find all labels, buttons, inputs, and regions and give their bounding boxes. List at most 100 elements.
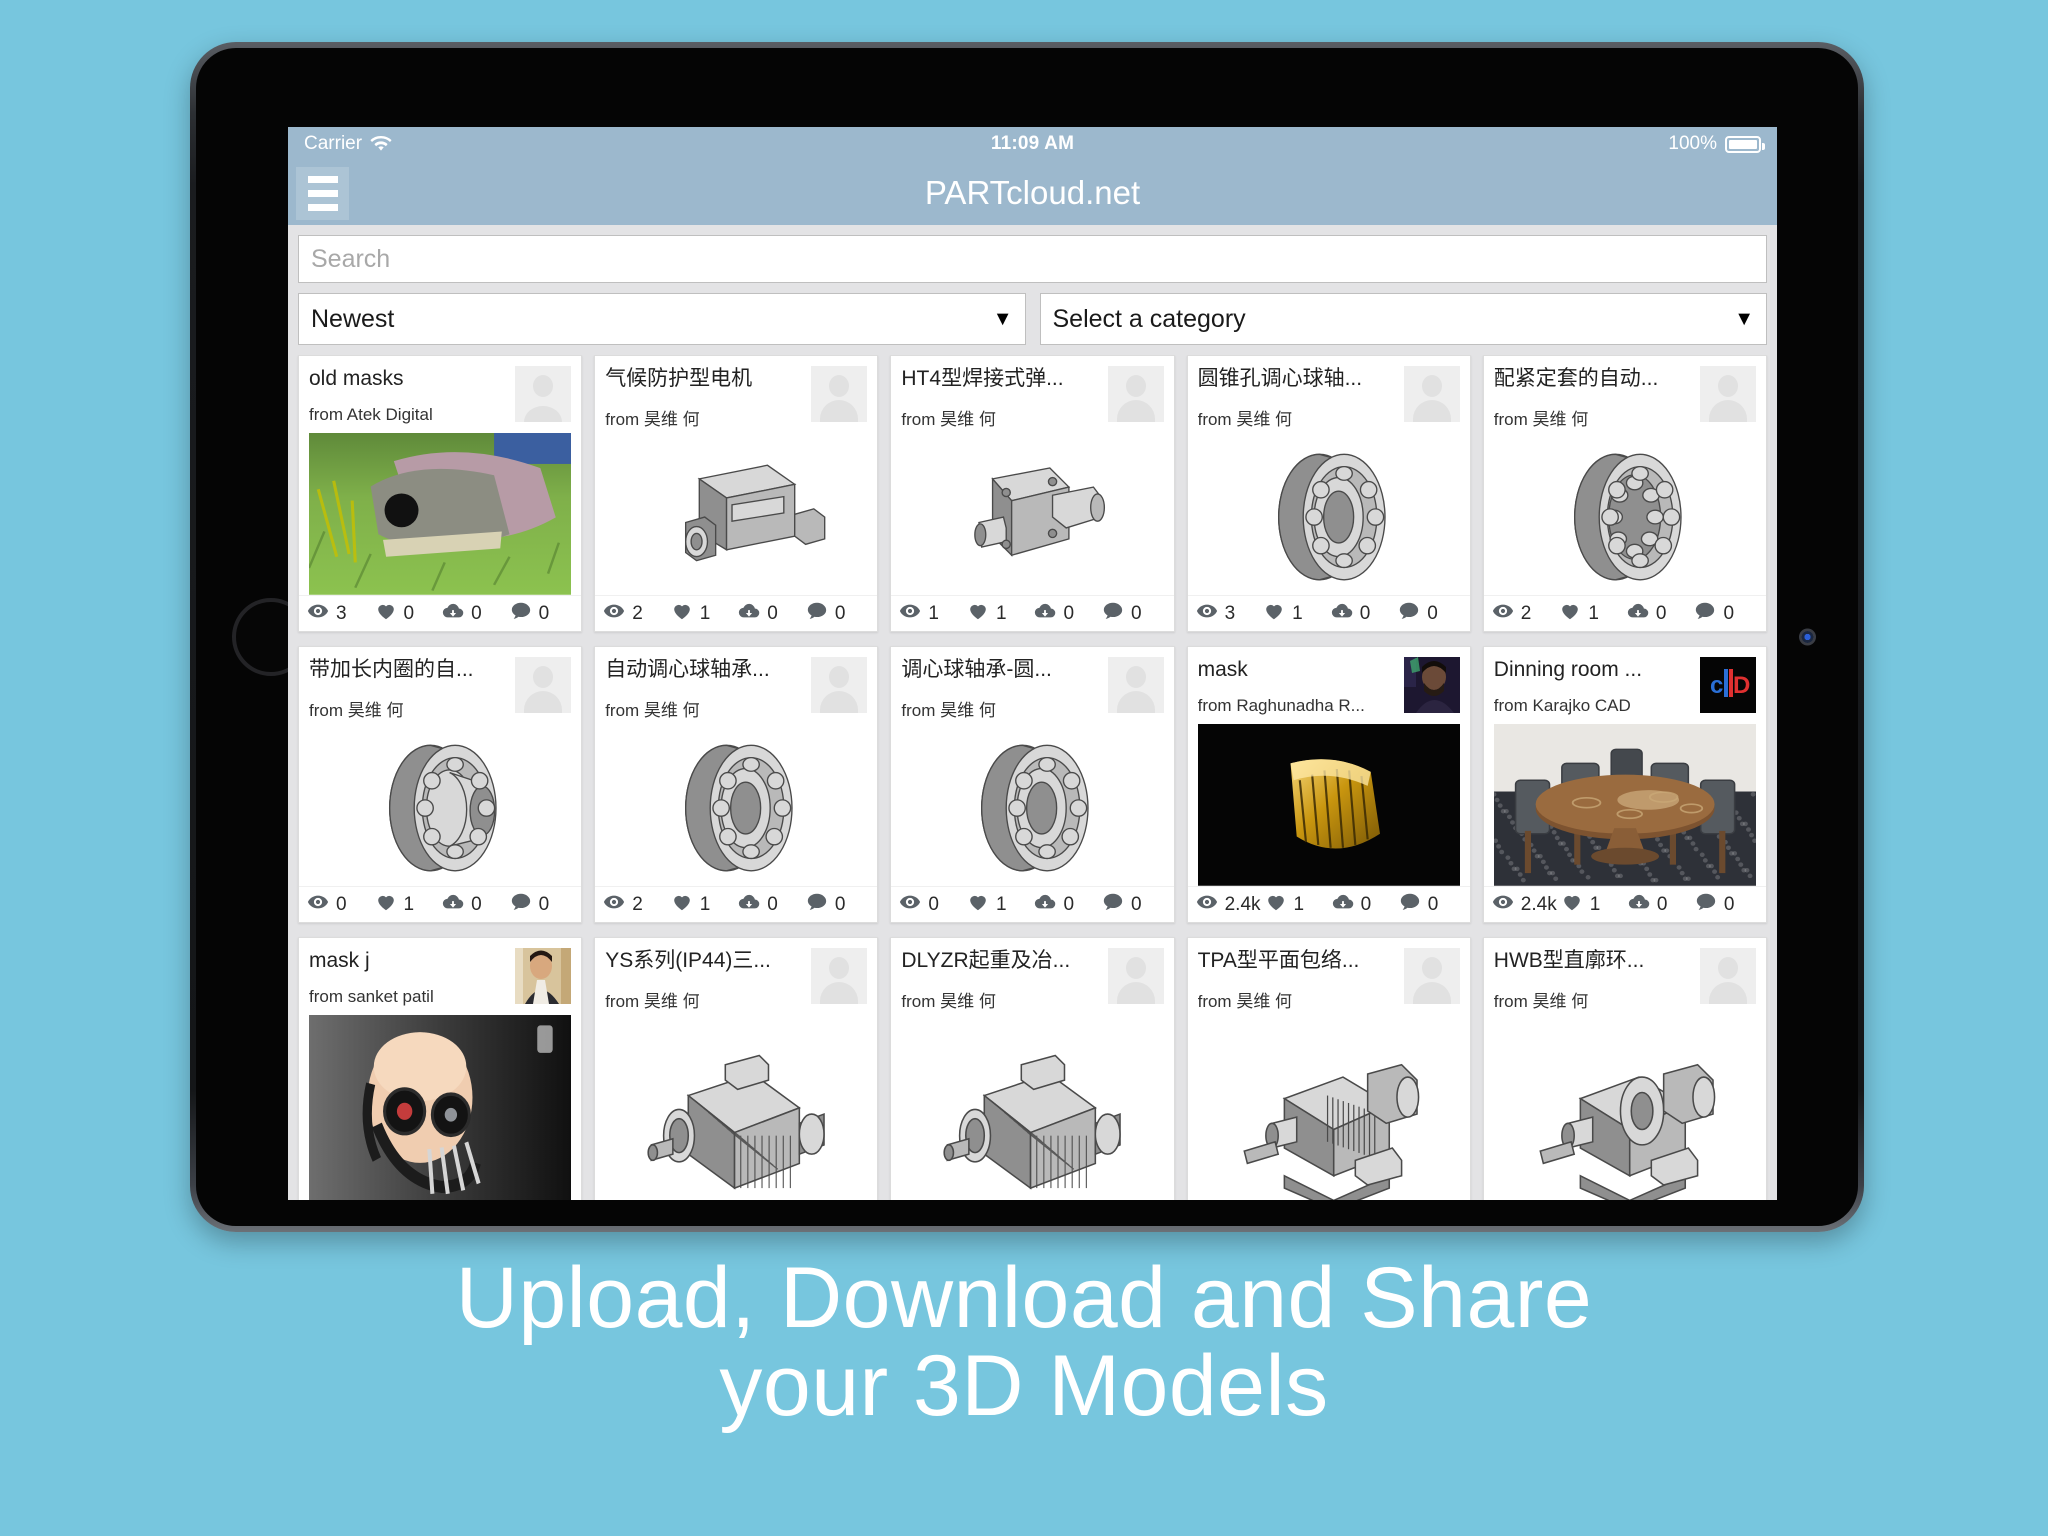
stat-comments[interactable]: 0 bbox=[806, 600, 870, 627]
stat-comments[interactable]: 0 bbox=[1398, 600, 1462, 627]
cloud-download-icon[interactable] bbox=[442, 600, 464, 627]
cloud-download-icon[interactable] bbox=[1628, 891, 1650, 918]
avatar[interactable] bbox=[1700, 366, 1756, 422]
cloud-download-icon[interactable] bbox=[442, 891, 464, 918]
stat-likes[interactable]: 1 bbox=[1265, 891, 1328, 918]
model-card[interactable]: 气候防护型电机 from 昊维 何 2 1 0 0 bbox=[594, 355, 879, 632]
comment-bubble-icon[interactable] bbox=[806, 600, 828, 627]
stat-downloads[interactable]: 0 bbox=[1034, 891, 1098, 918]
comment-bubble-icon[interactable] bbox=[510, 600, 532, 627]
avatar[interactable] bbox=[1107, 366, 1164, 422]
cloud-download-icon[interactable] bbox=[1627, 600, 1649, 627]
cloud-download-icon[interactable] bbox=[738, 600, 760, 627]
model-card[interactable]: HWB型直廓环... from 昊维 何 bbox=[1482, 937, 1767, 1200]
stat-likes[interactable]: 0 bbox=[375, 600, 439, 627]
stat-comments[interactable]: 0 bbox=[510, 600, 574, 627]
avatar[interactable] bbox=[1107, 657, 1164, 713]
model-card[interactable]: 调心球轴承-圆... from 昊维 何 0 1 0 0 bbox=[890, 646, 1175, 923]
model-thumbnail[interactable] bbox=[605, 438, 867, 595]
model-card[interactable]: Dinning room ... from Karajko CAD c D 2.… bbox=[1482, 646, 1767, 923]
stat-comments[interactable]: 0 bbox=[510, 891, 574, 918]
model-thumbnail[interactable] bbox=[605, 729, 867, 886]
stat-downloads[interactable]: 0 bbox=[1034, 600, 1098, 627]
heart-icon[interactable] bbox=[375, 891, 397, 918]
heart-icon[interactable] bbox=[375, 600, 397, 627]
stat-likes[interactable]: 1 bbox=[967, 891, 1031, 918]
stat-likes[interactable]: 1 bbox=[1263, 600, 1327, 627]
model-thumbnail[interactable] bbox=[1493, 724, 1756, 886]
avatar[interactable]: c D bbox=[1700, 657, 1756, 713]
comment-bubble-icon[interactable] bbox=[1102, 891, 1124, 918]
stat-downloads[interactable]: 0 bbox=[738, 600, 802, 627]
model-thumbnail[interactable] bbox=[901, 729, 1163, 886]
model-card[interactable]: TPA型平面包络... from 昊维 何 bbox=[1186, 937, 1471, 1200]
model-thumbnail[interactable] bbox=[1494, 1020, 1756, 1200]
model-thumbnail[interactable] bbox=[605, 1020, 867, 1200]
avatar[interactable] bbox=[811, 657, 868, 713]
stat-downloads[interactable]: 0 bbox=[442, 891, 506, 918]
heart-icon[interactable] bbox=[1263, 600, 1285, 627]
model-card[interactable]: 圆锥孔调心球轴... from 昊维 何 3 1 0 0 bbox=[1186, 355, 1471, 632]
stat-likes[interactable]: 1 bbox=[1559, 600, 1623, 627]
stat-likes[interactable]: 1 bbox=[671, 600, 735, 627]
cloud-download-icon[interactable] bbox=[1331, 600, 1353, 627]
cloud-download-icon[interactable] bbox=[1332, 891, 1354, 918]
stat-downloads[interactable]: 0 bbox=[1331, 600, 1395, 627]
comment-bubble-icon[interactable] bbox=[806, 891, 828, 918]
comment-bubble-icon[interactable] bbox=[1398, 600, 1420, 627]
heart-icon[interactable] bbox=[1561, 891, 1583, 918]
heart-icon[interactable] bbox=[967, 600, 989, 627]
heart-icon[interactable] bbox=[1559, 600, 1581, 627]
avatar[interactable] bbox=[1700, 948, 1756, 1004]
model-grid-scroll-area[interactable]: old masks from Atek Digital 3 0 0 0 气候防护… bbox=[288, 355, 1777, 1200]
model-card[interactable]: old masks from Atek Digital 3 0 0 0 bbox=[298, 355, 583, 632]
stat-comments[interactable]: 0 bbox=[806, 891, 870, 918]
comment-bubble-icon[interactable] bbox=[1694, 600, 1716, 627]
stat-likes[interactable]: 1 bbox=[967, 600, 1031, 627]
cloud-download-icon[interactable] bbox=[1034, 891, 1056, 918]
model-thumbnail[interactable] bbox=[309, 729, 571, 886]
heart-icon[interactable] bbox=[1265, 891, 1287, 918]
model-thumbnail[interactable] bbox=[309, 1015, 572, 1200]
avatar[interactable] bbox=[515, 657, 572, 713]
cloud-download-icon[interactable] bbox=[1034, 600, 1056, 627]
model-thumbnail[interactable] bbox=[901, 1020, 1163, 1200]
model-card[interactable]: mask j from sanket patil bbox=[298, 937, 583, 1200]
stat-downloads[interactable]: 0 bbox=[1332, 891, 1395, 918]
sort-select[interactable]: Newest ▼ bbox=[298, 293, 1026, 345]
model-thumbnail[interactable] bbox=[1198, 1020, 1460, 1200]
cloud-download-icon[interactable] bbox=[738, 891, 760, 918]
avatar[interactable] bbox=[1107, 948, 1164, 1004]
stat-likes[interactable]: 1 bbox=[1561, 891, 1624, 918]
avatar[interactable] bbox=[811, 948, 868, 1004]
comment-bubble-icon[interactable] bbox=[510, 891, 532, 918]
search-input[interactable] bbox=[298, 235, 1767, 283]
heart-icon[interactable] bbox=[671, 600, 693, 627]
stat-downloads[interactable]: 0 bbox=[1627, 600, 1691, 627]
stat-downloads[interactable]: 0 bbox=[442, 600, 506, 627]
model-thumbnail[interactable] bbox=[901, 438, 1163, 595]
stat-downloads[interactable]: 0 bbox=[738, 891, 802, 918]
model-card[interactable]: DLYZR起重及冶... from 昊维 何 bbox=[890, 937, 1175, 1200]
model-card[interactable]: HT4型焊接式弹... from 昊维 何 1 1 0 0 bbox=[890, 355, 1175, 632]
avatar[interactable] bbox=[1403, 657, 1460, 713]
avatar[interactable] bbox=[515, 366, 572, 422]
model-thumbnail[interactable] bbox=[1494, 438, 1756, 595]
heart-icon[interactable] bbox=[671, 891, 693, 918]
stat-likes[interactable]: 1 bbox=[375, 891, 439, 918]
stat-likes[interactable]: 1 bbox=[671, 891, 735, 918]
avatar[interactable] bbox=[1403, 948, 1460, 1004]
stat-comments[interactable]: 0 bbox=[1694, 600, 1758, 627]
heart-icon[interactable] bbox=[967, 891, 989, 918]
model-card[interactable]: 带加长内圈的自... from 昊维 何 0 1 0 0 bbox=[298, 646, 583, 923]
model-card[interactable]: YS系列(IP44)三... from 昊维 何 bbox=[594, 937, 879, 1200]
hamburger-menu-icon[interactable] bbox=[296, 166, 349, 220]
model-card[interactable]: 配紧定套的自动... from 昊维 何 2 1 0 0 bbox=[1482, 355, 1767, 632]
category-select[interactable]: Select a category ▼ bbox=[1039, 293, 1767, 345]
comment-bubble-icon[interactable] bbox=[1399, 891, 1421, 918]
comment-bubble-icon[interactable] bbox=[1102, 600, 1124, 627]
model-thumbnail[interactable] bbox=[1198, 438, 1460, 595]
avatar[interactable] bbox=[1403, 366, 1460, 422]
stat-comments[interactable]: 0 bbox=[1399, 891, 1462, 918]
comment-bubble-icon[interactable] bbox=[1695, 891, 1717, 918]
